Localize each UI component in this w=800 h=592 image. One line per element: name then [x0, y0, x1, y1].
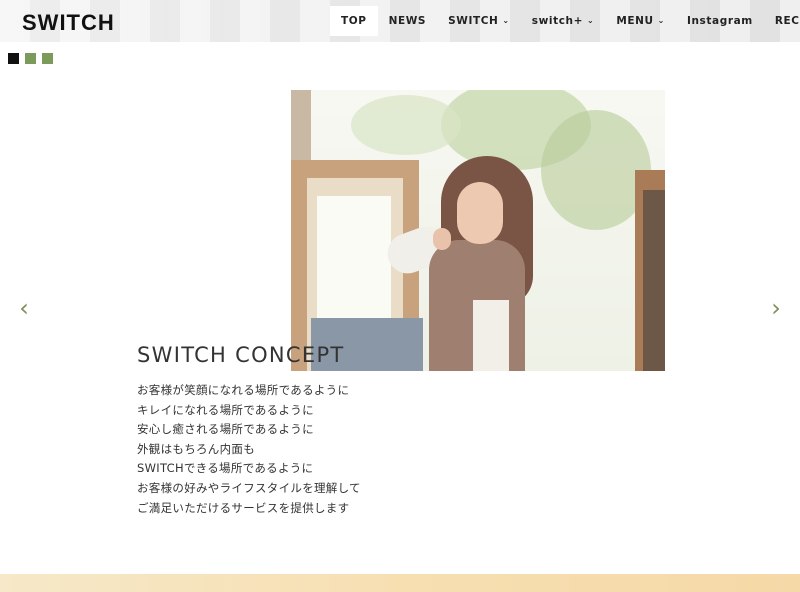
concept-text: お客様が笑顔になれる場所であるように キレイになれる場所であるように 安心し癒さ…	[137, 381, 361, 518]
photo-model-hand	[433, 228, 451, 250]
nav-item-instagram[interactable]: Instagram	[676, 6, 764, 36]
concept-title: SWITCH CONCEPT	[137, 343, 345, 367]
nav-item-switch[interactable]: SWITCH ⌄	[437, 6, 521, 36]
concept-line: SWITCHできる場所であるように	[137, 461, 314, 476]
next-section-band	[0, 574, 800, 592]
main-nav: TOP NEWS SWITCH ⌄ switch+ ⌄ MENU ⌄ Insta…	[330, 6, 800, 36]
nav-item-label: Instagram	[686, 15, 753, 27]
photo-model-shirt	[473, 300, 509, 371]
concept-line: ご満足いただけるサービスを提供します	[137, 500, 350, 515]
photo-mirror-glass	[317, 196, 391, 320]
nav-item-news[interactable]: NEWS	[378, 6, 438, 36]
chevron-left-icon[interactable]: ‹	[14, 294, 34, 322]
nav-item-menu[interactable]: MENU ⌄	[605, 6, 676, 36]
concept-line: キレイになれる場所であるように	[137, 402, 314, 417]
photo-mirror-right-inner	[643, 190, 665, 371]
concept-line: 安心し癒される場所であるように	[137, 422, 314, 437]
photo-model-face	[457, 182, 503, 244]
concept-line: お客様の好みやライフスタイルを理解して	[137, 480, 361, 495]
nav-item-label: TOP	[341, 15, 367, 27]
nav-item-label: MENU	[616, 15, 654, 27]
nav-item-label: switch+	[531, 15, 583, 27]
concept-line: お客様が笑顔になれる場所であるように	[137, 383, 350, 397]
site-logo[interactable]: SWITCH	[22, 10, 115, 36]
hero-photo	[291, 90, 665, 371]
concept-line: 外観はもちろん内面も	[137, 441, 255, 456]
site-header: SWITCH TOP NEWS SWITCH ⌄ switch+ ⌄ MENU …	[0, 0, 800, 42]
nav-item-switch-plus[interactable]: switch+ ⌄	[521, 6, 606, 36]
nav-item-top[interactable]: TOP	[330, 6, 378, 36]
chevron-down-icon: ⌄	[502, 15, 510, 25]
chevron-down-icon: ⌄	[657, 15, 665, 25]
chevron-right-icon[interactable]: ›	[766, 294, 786, 322]
nav-item-recruit[interactable]: RECRUIT	[764, 6, 800, 36]
slide-indicators	[8, 53, 53, 64]
photo-foliage	[351, 95, 461, 155]
nav-item-label: NEWS	[388, 15, 427, 27]
nav-item-label: SWITCH	[448, 15, 499, 27]
slide-indicator-2[interactable]	[25, 53, 36, 64]
slide-indicator-1[interactable]	[8, 53, 19, 64]
slide-indicator-3[interactable]	[42, 53, 53, 64]
nav-item-label: RECRUIT	[774, 15, 800, 27]
chevron-down-icon: ⌄	[587, 15, 595, 25]
